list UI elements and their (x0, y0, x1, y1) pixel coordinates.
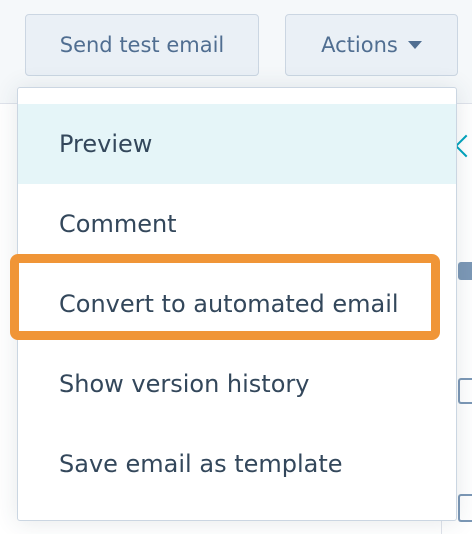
menu-item-show-version-history[interactable]: Show version history (18, 344, 456, 424)
send-test-email-label: Send test email (59, 33, 225, 57)
actions-label: Actions (321, 33, 398, 57)
menu-item-save-email-as-template[interactable]: Save email as template (18, 424, 456, 504)
module-icon[interactable] (458, 262, 472, 280)
menu-item-label: Comment (59, 210, 177, 238)
menu-item-comment[interactable]: Comment (18, 184, 456, 264)
menu-item-convert-to-automated-email[interactable]: Convert to automated email (18, 264, 456, 344)
tool-icon[interactable] (458, 494, 472, 522)
actions-dropdown-menu: Preview Comment Convert to automated ema… (17, 87, 457, 521)
layout-icon[interactable] (458, 378, 472, 404)
menu-item-label: Show version history (59, 370, 310, 398)
send-test-email-button[interactable]: Send test email (25, 14, 259, 76)
actions-dropdown-button[interactable]: Actions (285, 14, 458, 76)
menu-item-preview[interactable]: Preview (18, 104, 456, 184)
menu-item-label: Save email as template (59, 450, 343, 478)
menu-item-label: Preview (59, 130, 153, 158)
caret-down-icon (407, 41, 422, 49)
menu-item-label: Convert to automated email (59, 290, 399, 318)
